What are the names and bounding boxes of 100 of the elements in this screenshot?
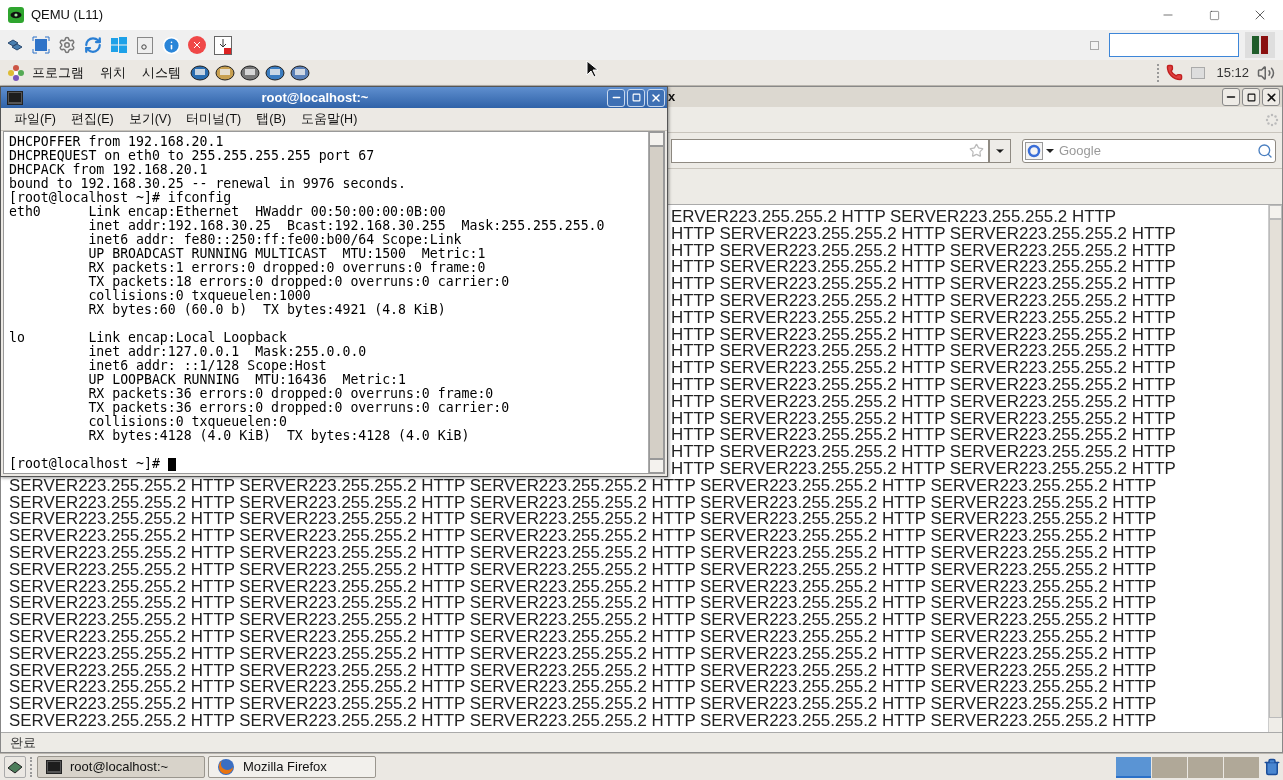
page-text-line: HTTP SERVER223.255.255.2 HTTP SERVER223.255.255.2 HTTP <box>671 276 1176 293</box>
color-bars-icon[interactable] <box>1245 32 1275 58</box>
launcher-icon[interactable] <box>214 62 236 83</box>
text-cursor <box>167 457 176 471</box>
terminal-line: TX packets:18 errors:0 dropped:0 overruns:0 carrier:0 <box>87 275 510 289</box>
menu-item[interactable]: 탭(B) <box>256 109 286 129</box>
input-field[interactable] <box>1109 33 1239 57</box>
terminal-line: collisions:0 txqueuelen:1000 <box>87 289 311 303</box>
page-text-line: HTTP SERVER223.255.255.2 HTTP SERVER223.255.255.2 HTTP <box>671 376 1176 394</box>
terminal-icon <box>7 90 23 105</box>
page-text-line: HTTP SERVER223.255.255.2 HTTP SERVER223.255.255.2 HTTP <box>671 343 1176 361</box>
page-text-line: SERVER223.255.255.2 HTTP SERVER223.255.255.2 HTTP SERVER223.255.255.2 HTTP SERVER223.255.255.2 HTTP SERVER223.255.255.2 HTTP <box>9 544 1157 562</box>
menu-item[interactable]: 터미널(T) <box>186 109 242 129</box>
page-text-line: SERVER223.255.255.2 HTTP SERVER223.255.255.2 HTTP SERVER223.255.255.2 HTTP SERVER223.255.255.2 HTTP SERVER223.255.255.2 HTTP <box>9 628 1157 646</box>
terminal-line: RX bytes:60 (60.0 b) TX bytes:4921 (4.8 KiB) <box>87 303 446 317</box>
page-text-line: HTTP SERVER223.255.255.2 HTTP SERVER223.255.255.2 HTTP <box>671 242 1176 260</box>
menu-item[interactable]: 파일(F) <box>14 109 56 129</box>
fullscreen-icon[interactable] <box>31 35 51 55</box>
page-text-line: SERVER223.255.255.2 HTTP SERVER223.255.255.2 HTTP SERVER223.255.255.2 HTTP SERVER223.255.255.2 HTTP SERVER223.255.255.2 HTTP <box>9 712 1157 730</box>
page-text-line: HTTP SERVER223.255.255.2 HTTP SERVER223.255.255.2 HTTP <box>671 225 1176 243</box>
close-icon <box>650 91 662 104</box>
terminal-line: RX bytes:4128 (4.0 KiB) TX bytes:4128 (4.0 KiB) <box>87 429 470 443</box>
terminal-line: DHCPOFFER from 192.168.20.1 <box>9 135 224 149</box>
terminal-line: RX packets:36 errors:0 dropped:0 overruns:0 frame:0 <box>87 387 494 401</box>
terminal-line: inet addr:127.0.0.1 Mask:255.0.0.0 <box>87 345 367 359</box>
panel-menu[interactable]: 위치 <box>100 62 126 83</box>
panel-menu[interactable]: 프로그램 <box>32 62 84 83</box>
trash-icon[interactable] <box>1263 758 1281 776</box>
launcher-icon[interactable] <box>189 62 211 83</box>
page-text-line: SERVER223.255.255.2 HTTP SERVER223.255.255.2 HTTP SERVER223.255.255.2 HTTP SERVER223.255.255.2 HTTP SERVER223.255.255.2 HTTP <box>9 645 1157 663</box>
search-field[interactable]: Google <box>1022 138 1276 163</box>
menu-item[interactable]: 편집(E) <box>70 109 114 129</box>
page-text-line: ERVER223.255.255.2 HTTP SERVER223.255.255.2 HTTP <box>671 209 1117 226</box>
terminal-line: TX packets:36 errors:0 dropped:0 overruns:0 carrier:0 <box>87 401 510 415</box>
terminal-line: UP LOOPBACK RUNNING MTU:16436 Metric:1 <box>87 373 406 387</box>
globe-icon <box>217 758 235 776</box>
checkbox[interactable] <box>1090 40 1099 50</box>
scrollbar[interactable] <box>648 132 664 473</box>
terminal-line: DHCPACK from 192.168.20.1 <box>9 163 208 177</box>
page-text-line: SERVER223.255.255.2 HTTP SERVER223.255.255.2 HTTP SERVER223.255.255.2 HTTP SERVER223.255.255.2 HTTP SERVER223.255.255.2 HTTP <box>9 612 1157 629</box>
close-icon <box>1264 90 1278 104</box>
flower-icon <box>7 63 25 82</box>
page-text-line: SERVER223.255.255.2 HTTP SERVER223.255.255.2 HTTP SERVER223.255.255.2 HTTP SERVER223.255.255.2 HTTP SERVER223.255.255.2 HTTP <box>9 511 1157 529</box>
maximize-icon <box>631 93 641 102</box>
launcher-icon[interactable] <box>289 62 311 83</box>
phone-icon[interactable] <box>1166 64 1184 81</box>
maximize-button[interactable] <box>1242 88 1260 106</box>
search-engine-icon[interactable] <box>1025 141 1055 160</box>
page-text-line: HTTP SERVER223.255.255.2 HTTP SERVER223.255.255.2 HTTP <box>671 293 1176 310</box>
terminal-line: inet6 addr: fe80::250:ff:fe00:b00/64 Scope:Link <box>87 233 462 247</box>
maximize-icon <box>1246 92 1256 102</box>
terminal-line: [root@localhost ~]# <box>9 457 160 471</box>
terminal-line: lo Link encap:Local Loopback <box>9 331 287 345</box>
terminal-line: [root@localhost ~]# ifconfig <box>9 191 232 205</box>
close-button[interactable] <box>1262 88 1280 106</box>
maximize-icon <box>1208 9 1220 21</box>
taskbar-button[interactable]: Mozilla Firefox <box>208 756 376 778</box>
terminal-line: collisions:0 txqueuelen:0 <box>87 415 287 429</box>
scrollbar[interactable] <box>1268 205 1282 732</box>
info-icon[interactable] <box>161 35 181 55</box>
terminal-line: RX packets:1 errors:0 dropped:0 overruns:0 frame:0 <box>87 261 486 275</box>
volume-icon[interactable] <box>1257 63 1275 82</box>
page-text-line: SERVER223.255.255.2 HTTP SERVER223.255.255.2 HTTP SERVER223.255.255.2 HTTP SERVER223.255.255.2 HTTP SERVER223.255.255.2 HTTP <box>9 696 1157 713</box>
minimize-button[interactable] <box>1222 88 1240 106</box>
menu-item[interactable]: 도움말(H) <box>300 109 358 129</box>
page-text-line: SERVER223.255.255.2 HTTP SERVER223.255.255.2 HTTP SERVER223.255.255.2 HTTP SERVER223.255.255.2 HTTP SERVER223.255.255.2 HTTP <box>9 679 1157 697</box>
terminal-line: inet addr:192.168.30.25 Bcast:192.168.30.255 Mask:255.255.255.0 <box>87 219 605 233</box>
launcher-icon[interactable] <box>239 62 261 83</box>
browser-title: x <box>668 88 676 107</box>
refresh-icon[interactable] <box>83 35 103 55</box>
download-window-icon[interactable] <box>213 35 233 55</box>
page-text-line: SERVER223.255.255.2 HTTP SERVER223.255.255.2 HTTP SERVER223.255.255.2 HTTP SERVER223.255.255.2 HTTP SERVER223.255.255.2 HTTP <box>9 528 1157 545</box>
spinner-icon <box>1265 112 1279 127</box>
terminal-icon <box>46 760 62 774</box>
eye-icon <box>8 7 24 23</box>
taskbar-button[interactable]: root@localhost:~ <box>37 756 205 778</box>
close-circle-icon[interactable] <box>187 35 207 55</box>
page-text-line: HTTP SERVER223.255.255.2 HTTP SERVER223.255.255.2 HTTP <box>671 309 1176 327</box>
menu-item[interactable]: 보기(V) <box>128 109 172 129</box>
workspace-button[interactable] <box>1116 756 1151 778</box>
search-icon[interactable] <box>1257 142 1273 159</box>
page-text-line: HTTP SERVER223.255.255.2 HTTP SERVER223.255.255.2 HTTP <box>671 444 1176 461</box>
terminal-title: root@localhost:~ <box>260 88 370 107</box>
terminal-line: inet6 addr: ::1/128 Scope:Host <box>87 359 327 373</box>
dropdown-button[interactable] <box>989 138 1011 163</box>
clock[interactable]: 15:12 <box>1216 62 1249 83</box>
show-desktop-button[interactable] <box>4 756 26 778</box>
page-text-line: HTTP SERVER223.255.255.2 HTTP SERVER223.255.255.2 HTTP <box>671 393 1176 411</box>
bookmark-star-icon[interactable] <box>969 143 984 158</box>
terminal-line: DHCPREQUEST on eth0 to 255.255.255.255 port 67 <box>9 149 375 163</box>
launcher-icon[interactable] <box>264 62 286 83</box>
windows-icon[interactable] <box>109 35 129 55</box>
page-text-line: SERVER223.255.255.2 HTTP SERVER223.255.255.2 HTTP SERVER223.255.255.2 HTTP SERVER223.255.255.2 HTTP SERVER223.255.255.2 HTTP <box>9 662 1157 680</box>
address-field[interactable] <box>671 138 989 163</box>
panel-menu[interactable]: 시스템 <box>142 62 181 83</box>
page-text-line: HTTP SERVER223.255.255.2 HTTP SERVER223.255.255.2 HTTP <box>671 259 1176 277</box>
settings-icon[interactable] <box>57 35 77 55</box>
search-input[interactable]: Google <box>1059 140 1257 161</box>
status-text: 완료 <box>10 733 36 752</box>
page-text-line: HTTP SERVER223.255.255.2 HTTP SERVER223.255.255.2 HTTP <box>671 410 1176 428</box>
